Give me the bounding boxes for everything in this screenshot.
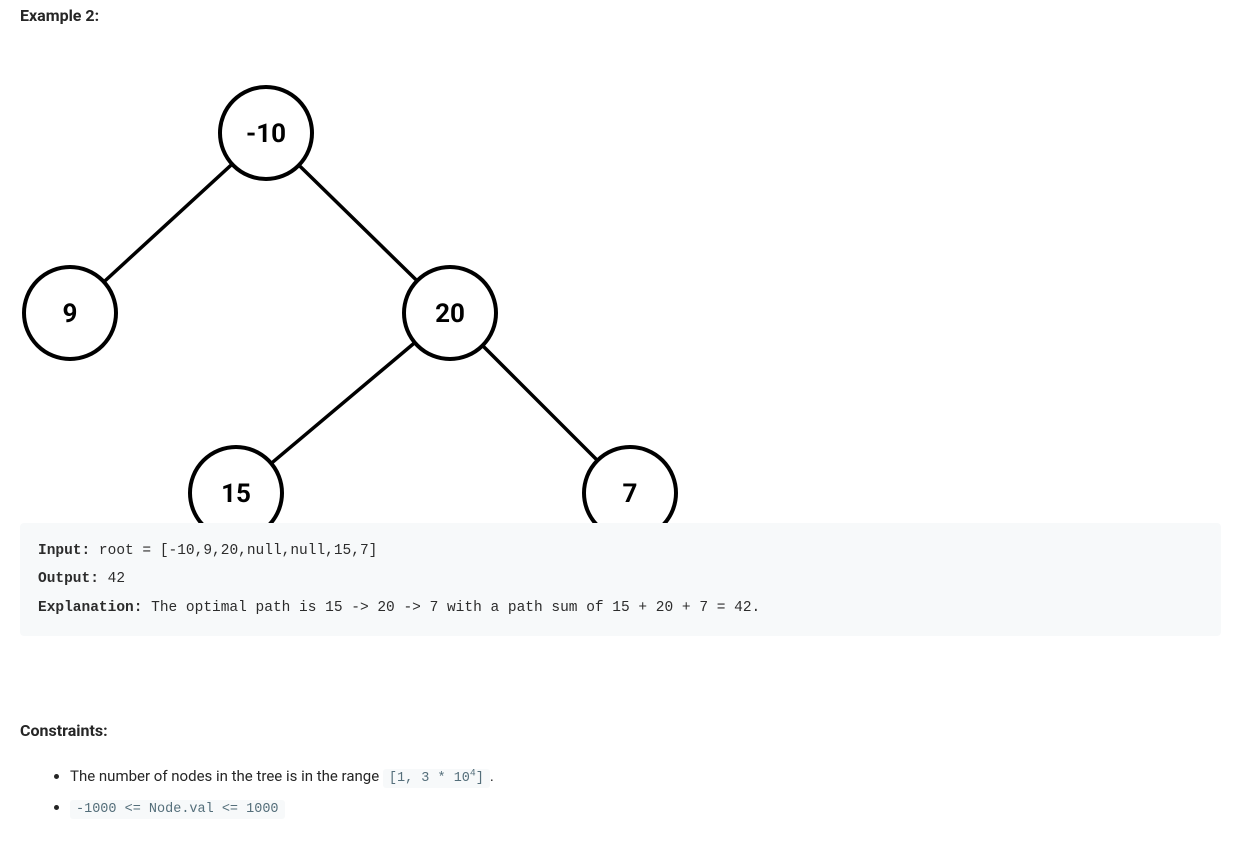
example-heading: Example 2: — [20, 6, 1213, 25]
example-code-block: Input: root = [-10,9,20,null,null,15,7] … — [20, 523, 1221, 636]
output-value: 42 — [99, 571, 125, 587]
tree-node-root: -10 — [246, 119, 286, 149]
constraints-heading: Constraints: — [20, 721, 1213, 740]
constraint-code: -1000 <= Node.val <= 1000 — [70, 800, 285, 819]
tree-node-right-right: 7 — [623, 479, 638, 509]
constraint-item: -1000 <= Node.val <= 1000 — [70, 793, 1213, 823]
tree-node-right-left: 15 — [221, 479, 251, 509]
constraint-code: [1, 3 * 104] — [383, 769, 490, 788]
input-value: root = [-10,9,20,null,null,15,7] — [90, 543, 377, 559]
constraint-suffix: . — [490, 767, 494, 785]
input-label: Input: — [38, 543, 90, 559]
explanation-value: The optimal path is 15 -> 20 -> 7 with a… — [142, 600, 760, 616]
constraint-item: The number of nodes in the tree is in th… — [70, 762, 1213, 792]
tree-node-right: 20 — [435, 299, 465, 329]
explanation-label: Explanation: — [38, 600, 142, 616]
constraint-text: The number of nodes in the tree is in th… — [70, 767, 383, 785]
constraints-list: The number of nodes in the tree is in th… — [20, 762, 1213, 823]
tree-node-left: 9 — [63, 299, 78, 329]
tree-diagram: -10 9 20 15 7 — [20, 43, 1213, 523]
output-label: Output: — [38, 571, 99, 587]
